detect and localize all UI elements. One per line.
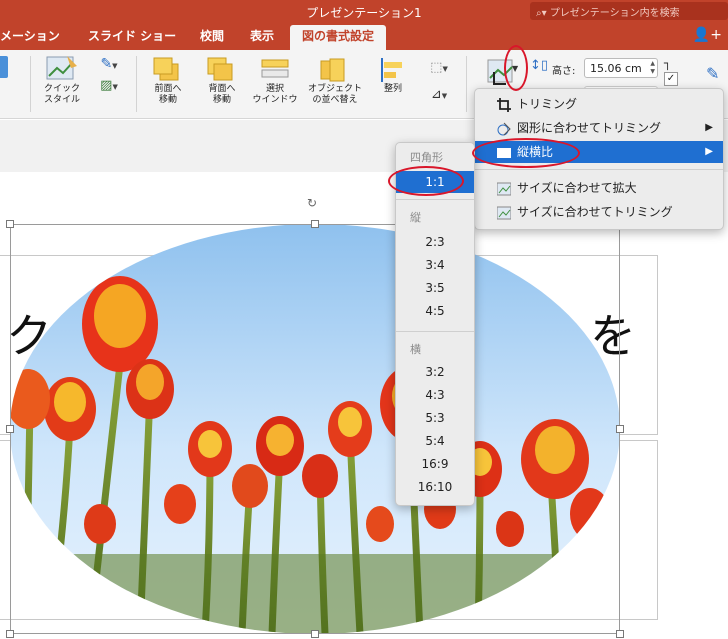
picture-effects-icon: ▨▼ <box>100 78 118 93</box>
bring-forward-label: 前面へ 移動 <box>154 84 182 105</box>
selection-pane-button[interactable]: 選択 ウインドウ <box>248 56 302 106</box>
reorder-objects-icon <box>318 56 352 84</box>
search-placeholder: プレゼンテーション内を検索 <box>549 8 680 19</box>
menu-separator <box>396 331 474 332</box>
resize-handle-top-left[interactable] <box>6 220 14 228</box>
ratio-16-9[interactable]: 16:9 <box>396 453 474 475</box>
menu-item-fill-label: サイズに合わせて拡大 <box>517 181 637 195</box>
align-button[interactable]: 整列 <box>372 56 414 95</box>
selection-pane-label: 選択 ウインドウ <box>252 84 298 105</box>
align-icon <box>378 56 408 84</box>
annotation-ring-ratio-1-1 <box>388 166 464 196</box>
picture-border-button[interactable]: ✎▼ ▨▼ <box>92 56 126 93</box>
ratio-5-3[interactable]: 5:3 <box>396 407 474 429</box>
landscape-section-header: 横 <box>410 343 421 356</box>
fill-icon <box>496 181 512 196</box>
tab-animations[interactable]: メーション <box>0 25 60 50</box>
send-backward-button[interactable]: 背面へ 移動 <box>198 56 246 106</box>
ratio-4-5[interactable]: 4:5 <box>396 300 474 322</box>
search-input[interactable]: ⌕▾ プレゼンテーション内を検索 <box>530 2 728 20</box>
picture-selection-frame <box>10 224 620 634</box>
title-bar: プレゼンテーション1 ⌕▾ プレゼンテーション内を検索 メーション スライド シ… <box>0 0 728 50</box>
height-spinner[interactable]: ▲ ▼ <box>650 60 655 76</box>
crop-partial-button[interactable] <box>0 56 10 78</box>
submenu-arrow-icon: ▶ <box>705 122 713 133</box>
group-button[interactable]: ⬚▼ ⊿▼ <box>422 60 456 102</box>
brush-icon[interactable]: ✎ <box>706 64 719 83</box>
resize-handle-bottom-left[interactable] <box>6 630 14 638</box>
rotate-icon: ⊿▼ <box>430 87 448 102</box>
add-user-icon[interactable]: 👤+ <box>693 27 722 43</box>
tab-picture-format[interactable]: 図の書式設定 <box>290 25 387 50</box>
send-backward-label: 背面へ 移動 <box>208 84 236 105</box>
ratio-5-4[interactable]: 5:4 <box>396 430 474 452</box>
tab-review[interactable]: 校閲 <box>200 25 224 50</box>
fit-icon <box>496 205 512 220</box>
menu-item-crop-to-shape-label: 図形に合わせてトリミング <box>517 121 662 135</box>
crop-icon <box>497 97 511 112</box>
ratio-3-5[interactable]: 3:5 <box>396 277 474 299</box>
menu-item-crop-to-shape[interactable]: 図形に合わせてトリミング ▶ <box>475 117 723 139</box>
submenu-arrow-icon: ▶ <box>705 146 713 157</box>
menu-item-fill[interactable]: サイズに合わせて拡大 <box>475 177 723 199</box>
ratio-3-4[interactable]: 3:4 <box>396 254 474 276</box>
resize-handle-top[interactable] <box>311 220 319 228</box>
height-icon: ↕▯ <box>530 58 549 73</box>
height-value: 15.06 cm <box>590 62 642 75</box>
aspect-ratio-submenu: 四角形 1:1 縦 2:3 3:4 3:5 4:5 横 3:2 4:3 5:3 … <box>395 142 475 506</box>
annotation-ring-crop-arrow <box>504 45 528 91</box>
tab-view[interactable]: 表示 <box>250 25 274 50</box>
menu-item-fit[interactable]: サイズに合わせてトリミング <box>475 201 723 223</box>
quick-styles-icon <box>45 54 79 84</box>
rotate-handle-icon[interactable]: ↻ <box>307 196 321 210</box>
square-section-header: 四角形 <box>410 151 443 164</box>
quick-styles-button[interactable]: クイック スタイル <box>38 54 86 106</box>
partial-icon <box>0 56 8 78</box>
group-icon: ⬚▼ <box>430 60 448 75</box>
annotation-ring-aspect-ratio <box>472 138 580 168</box>
resize-handle-left[interactable] <box>6 425 14 433</box>
menu-item-crop[interactable]: トリミング <box>475 93 723 115</box>
ratio-3-2[interactable]: 3:2 <box>396 361 474 383</box>
lock-aspect-checkbox[interactable]: ✓ <box>664 72 678 86</box>
menu-item-crop-label: トリミング <box>517 97 578 111</box>
ratio-4-3[interactable]: 4:3 <box>396 384 474 406</box>
ratio-16-10[interactable]: 16:10 <box>396 476 474 498</box>
bring-forward-button[interactable]: 前面へ 移動 <box>144 56 192 106</box>
pen-icon: ✎▼ <box>100 56 118 72</box>
selection-pane-icon <box>260 56 290 84</box>
ratio-2-3[interactable]: 2:3 <box>396 231 474 253</box>
tab-slideshow[interactable]: スライド ショー <box>88 25 176 50</box>
menu-separator <box>396 199 474 200</box>
lock-bracket-icon: ┐ <box>664 56 672 70</box>
resize-handle-bottom-right[interactable] <box>616 630 624 638</box>
portrait-section-header: 縦 <box>410 211 421 224</box>
send-backward-icon <box>204 56 240 84</box>
reorder-objects-button[interactable]: オブジェクト の並べ替え <box>304 56 366 106</box>
resize-handle-bottom[interactable] <box>311 630 319 638</box>
shape-crop-icon <box>497 121 511 136</box>
search-icon: ⌕▾ <box>536 8 550 19</box>
resize-handle-right[interactable] <box>616 425 624 433</box>
menu-item-fit-label: サイズに合わせてトリミング <box>517 205 673 219</box>
quick-styles-label: クイック スタイル <box>43 84 80 105</box>
height-input[interactable]: 15.06 cm ▲ ▼ <box>584 58 658 78</box>
reorder-objects-label: オブジェクト の並べ替え <box>307 84 362 105</box>
menu-separator <box>475 169 723 170</box>
bring-forward-icon <box>150 56 186 84</box>
height-label: 高さ: <box>552 66 576 77</box>
align-label: 整列 <box>383 84 402 94</box>
